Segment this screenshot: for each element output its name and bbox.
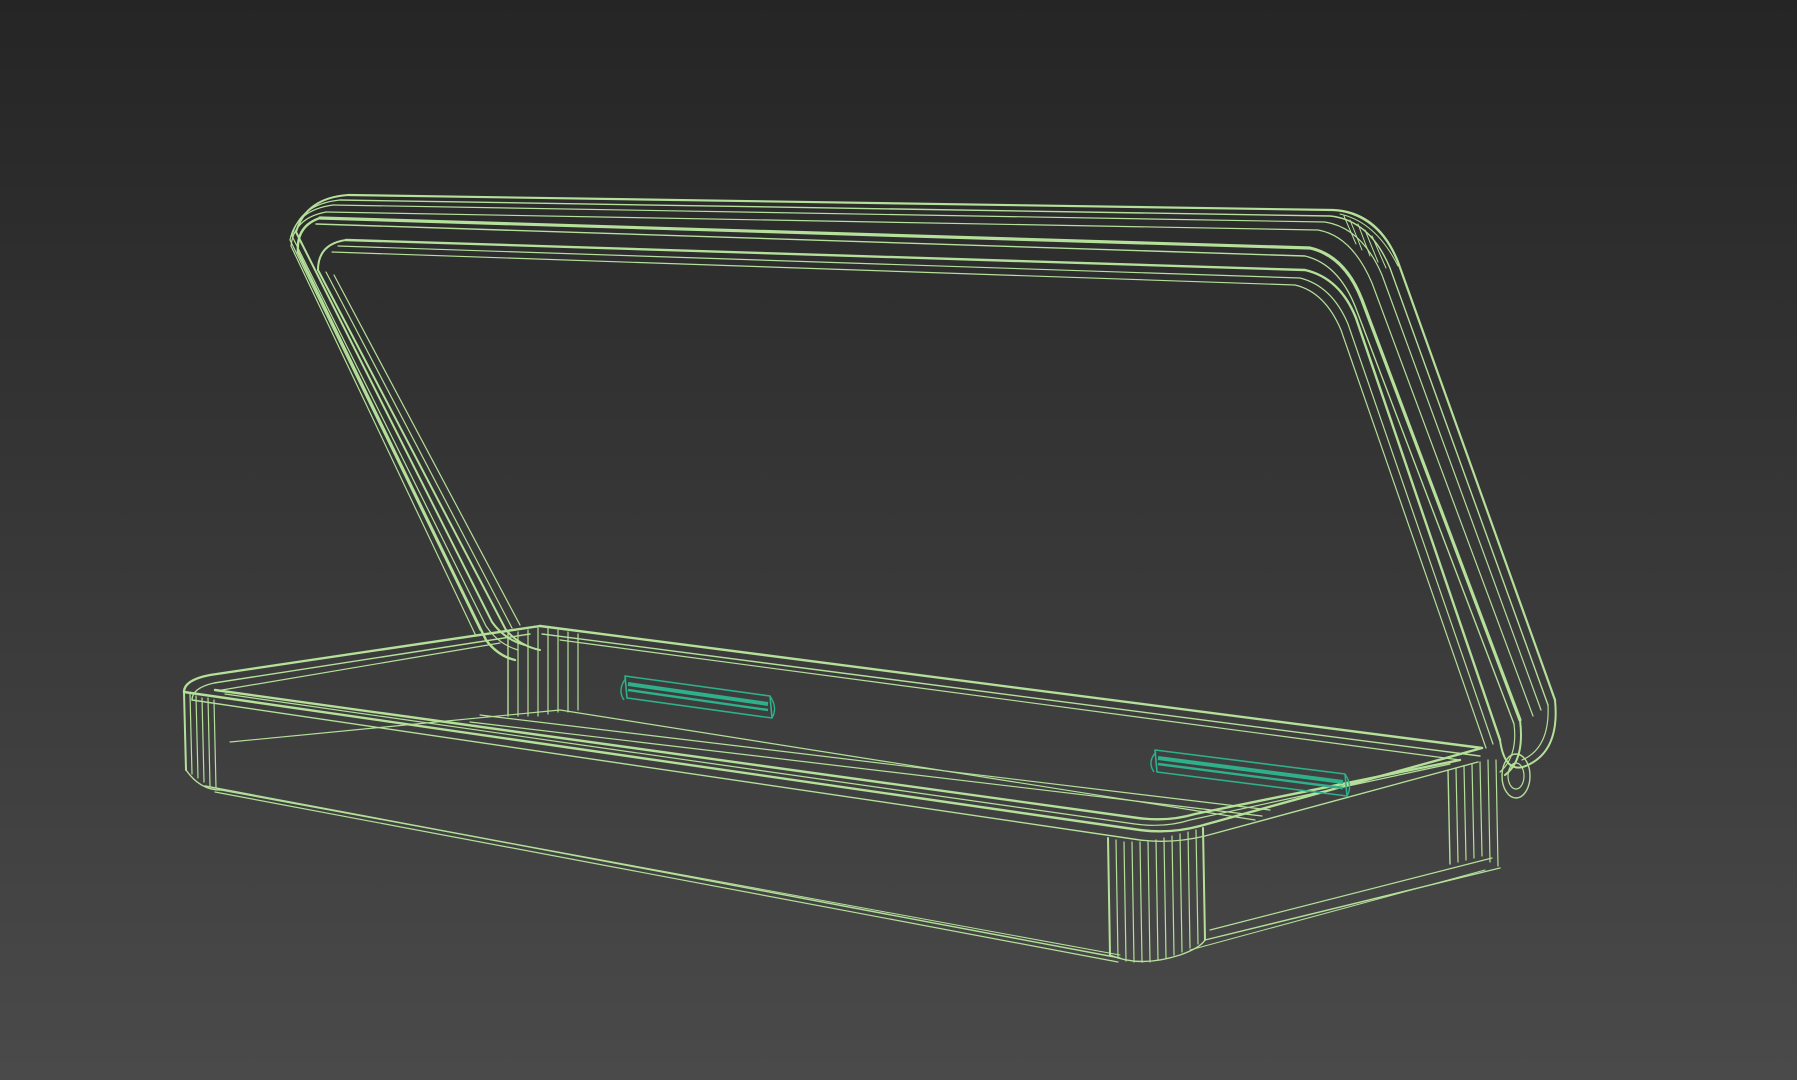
viewport-canvas[interactable] — [0, 0, 1797, 1080]
3d-viewport[interactable] — [0, 0, 1797, 1080]
viewport-background — [0, 0, 1797, 1080]
